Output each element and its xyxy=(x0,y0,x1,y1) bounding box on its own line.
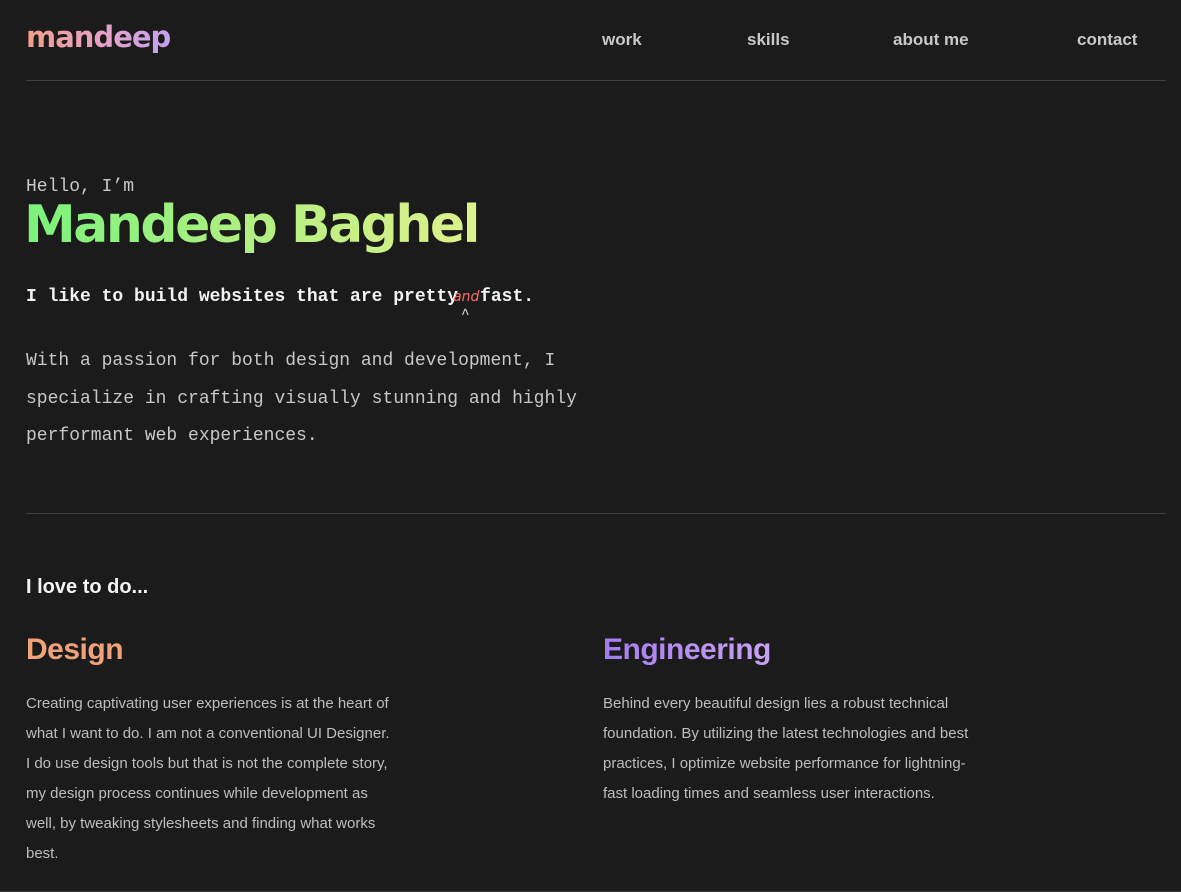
insertion-caret-icon: ^ xyxy=(461,307,470,323)
tagline-insert-word: and xyxy=(453,289,480,305)
nav-link-contact[interactable]: contact xyxy=(1077,30,1137,50)
hero-intro: With a passion for both design and devel… xyxy=(26,351,577,446)
skill-description-engineering: Behind every beautiful design lies a rob… xyxy=(603,695,969,802)
hero-tagline: I like to build websites that are pretty… xyxy=(26,287,535,323)
section-divider xyxy=(26,513,1166,514)
portfolio-page: mandeep work skills about me contact Hel… xyxy=(0,0,1181,892)
site-logo[interactable]: mandeep xyxy=(26,20,171,54)
skills-heading: I love to do... xyxy=(26,576,149,598)
skill-title-engineering: Engineering xyxy=(603,633,771,666)
nav-link-work[interactable]: work xyxy=(602,30,642,50)
skill-description-design: Creating captivating user experiences is… xyxy=(26,695,390,862)
nav-link-skills[interactable]: skills xyxy=(747,30,790,50)
hero-greeting: Hello, I’m xyxy=(26,177,135,197)
site-header: mandeep work skills about me contact xyxy=(26,0,1166,81)
nav-link-about-me[interactable]: about me xyxy=(893,30,969,50)
tagline-start: I like to build websites that are pretty xyxy=(26,287,459,307)
hero-name: Mandeep Baghel xyxy=(24,195,481,255)
tagline-end: fast. xyxy=(480,287,535,307)
skill-title-design: Design xyxy=(26,633,124,666)
